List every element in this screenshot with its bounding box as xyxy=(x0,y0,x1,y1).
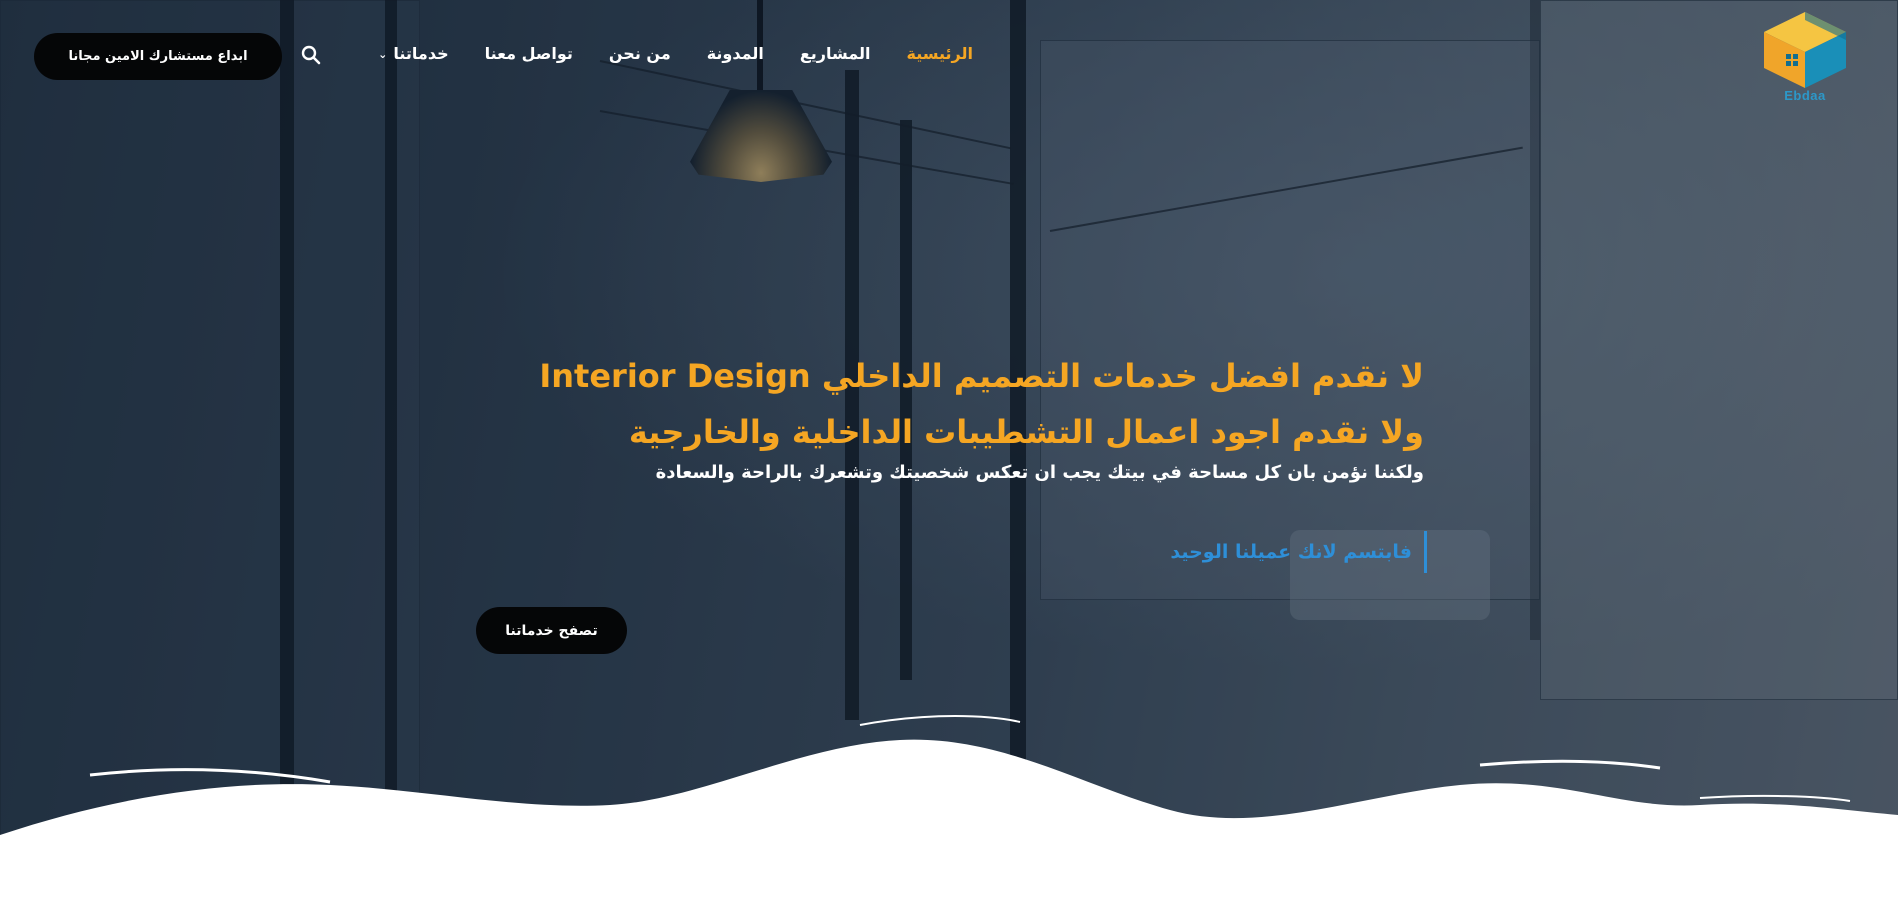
brush-stroke xyxy=(1699,794,1851,802)
logo-window xyxy=(1793,54,1798,59)
main-nav: الرئيسية المشاريع المدونة من نحن تواصل م… xyxy=(378,44,973,63)
logo-window xyxy=(1786,54,1791,59)
nav-item-services[interactable]: خدماتنا ⌄ xyxy=(378,44,448,63)
wave-divider xyxy=(0,715,1898,901)
logo-label: Ebdaa xyxy=(1784,88,1826,103)
hero-headline: لا نقدم افضل خدمات التصميم الداخلي Inter… xyxy=(424,348,1424,460)
chevron-down-icon: ⌄ xyxy=(378,48,388,61)
search-icon-svg xyxy=(301,45,321,65)
brush-stroke xyxy=(89,768,331,784)
nav-item-about[interactable]: من نحن xyxy=(609,44,671,63)
nav-item-contact[interactable]: تواصل معنا xyxy=(485,44,573,63)
browse-services-button[interactable]: تصفح خدماتنا xyxy=(476,607,627,654)
logo-window xyxy=(1786,61,1791,66)
brush-stroke xyxy=(859,715,1021,726)
free-consultant-button[interactable]: ابداع مستشارك الامين مجانا xyxy=(34,33,282,80)
nav-item-home[interactable]: الرئيسية xyxy=(907,44,974,63)
hero-quote: فابتسم لانك عميلنا الوحيد xyxy=(1170,531,1427,573)
hero-subline: ولكننا نؤمن بان كل مساحة في بيتك يجب ان … xyxy=(655,462,1424,483)
brush-stroke xyxy=(1479,759,1661,770)
nav-item-blog[interactable]: المدونة xyxy=(707,44,764,63)
hero-headline-line1: لا نقدم افضل خدمات التصميم الداخلي Inter… xyxy=(539,357,1424,395)
logo-cube-icon xyxy=(1764,12,1846,88)
search-icon-handle xyxy=(312,56,321,65)
hero-headline-line2: ولا نقدم اجود اعمال التشطيبات الداخلية و… xyxy=(628,413,1424,451)
nav-item-services-label: خدماتنا xyxy=(393,44,449,63)
brand-logo[interactable]: Ebdaa xyxy=(1760,10,1850,105)
logo-window xyxy=(1793,61,1798,66)
nav-item-projects[interactable]: المشاريع xyxy=(800,44,871,63)
search-icon[interactable] xyxy=(300,44,322,66)
